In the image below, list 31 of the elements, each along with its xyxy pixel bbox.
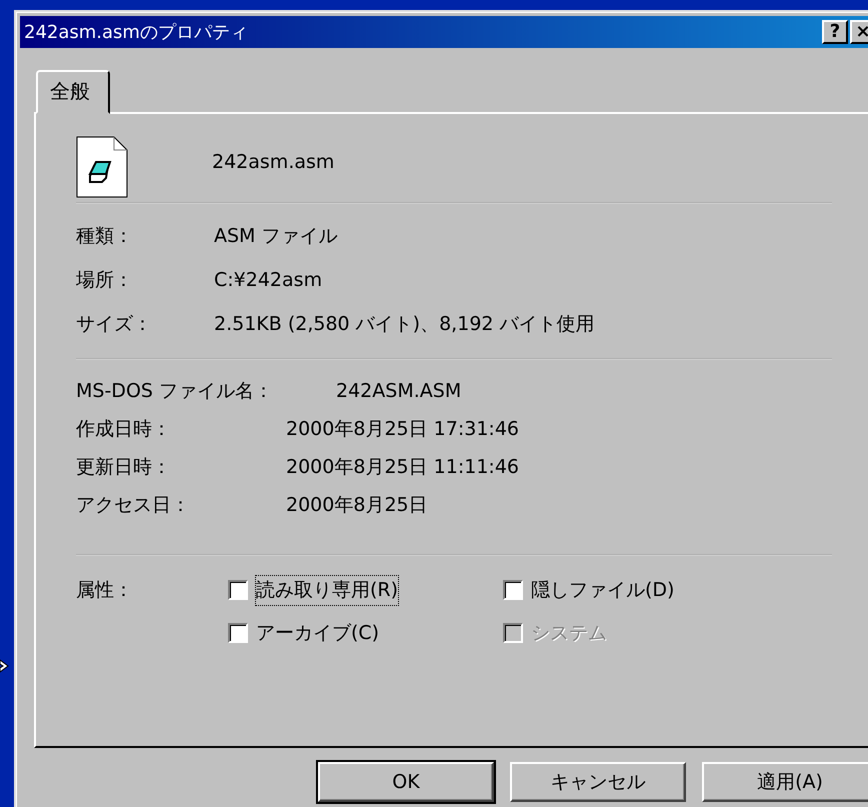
- file-name: 242asm.asm: [212, 150, 334, 175]
- field-label: アクセス日：: [76, 492, 191, 518]
- field-label: MS-DOS ファイル名：: [76, 378, 274, 404]
- field-label: サイズ：: [76, 312, 153, 337]
- field-value: ASM ファイル: [214, 224, 338, 249]
- checkbox[interactable]: [503, 580, 523, 600]
- checkbox[interactable]: [228, 622, 248, 643]
- field-value: 2000年8月25日 17:31:46: [286, 416, 519, 442]
- field-value: C:¥242asm: [214, 268, 322, 293]
- field-value: 2000年8月25日 11:11:46: [286, 454, 519, 480]
- checkbox-label[interactable]: 隠しファイル(D): [531, 576, 674, 604]
- attributes-label: 属性：: [76, 578, 134, 603]
- field-label: 作成日時：: [76, 416, 172, 442]
- window-title: 242asm.asmのプロパティ: [24, 20, 248, 44]
- checkbox-label[interactable]: アーカイブ(C): [256, 618, 380, 647]
- field-label: 更新日時：: [76, 454, 172, 480]
- field-label: 場所：: [76, 268, 134, 293]
- field-value: 2000年8月25日: [286, 492, 428, 518]
- tab[interactable]: 全般: [36, 70, 110, 114]
- help-button[interactable]: ?: [822, 20, 848, 44]
- file-icon: [76, 136, 128, 198]
- field-value: 242ASM.ASM: [336, 378, 462, 404]
- dialog-button[interactable]: キャンセル: [510, 762, 686, 802]
- checkbox-label: システム: [531, 620, 607, 646]
- field-label: 種類：: [76, 224, 134, 249]
- field-value: 2.51KB (2,580 バイト)、8,192 バイト使用: [214, 312, 595, 337]
- close-button[interactable]: ×: [850, 20, 868, 44]
- checkbox[interactable]: [228, 580, 248, 600]
- checkbox-label[interactable]: 読み取り専用(R): [256, 576, 398, 604]
- dialog-button[interactable]: 適用(A): [702, 762, 868, 802]
- dialog-button[interactable]: OK: [318, 762, 494, 802]
